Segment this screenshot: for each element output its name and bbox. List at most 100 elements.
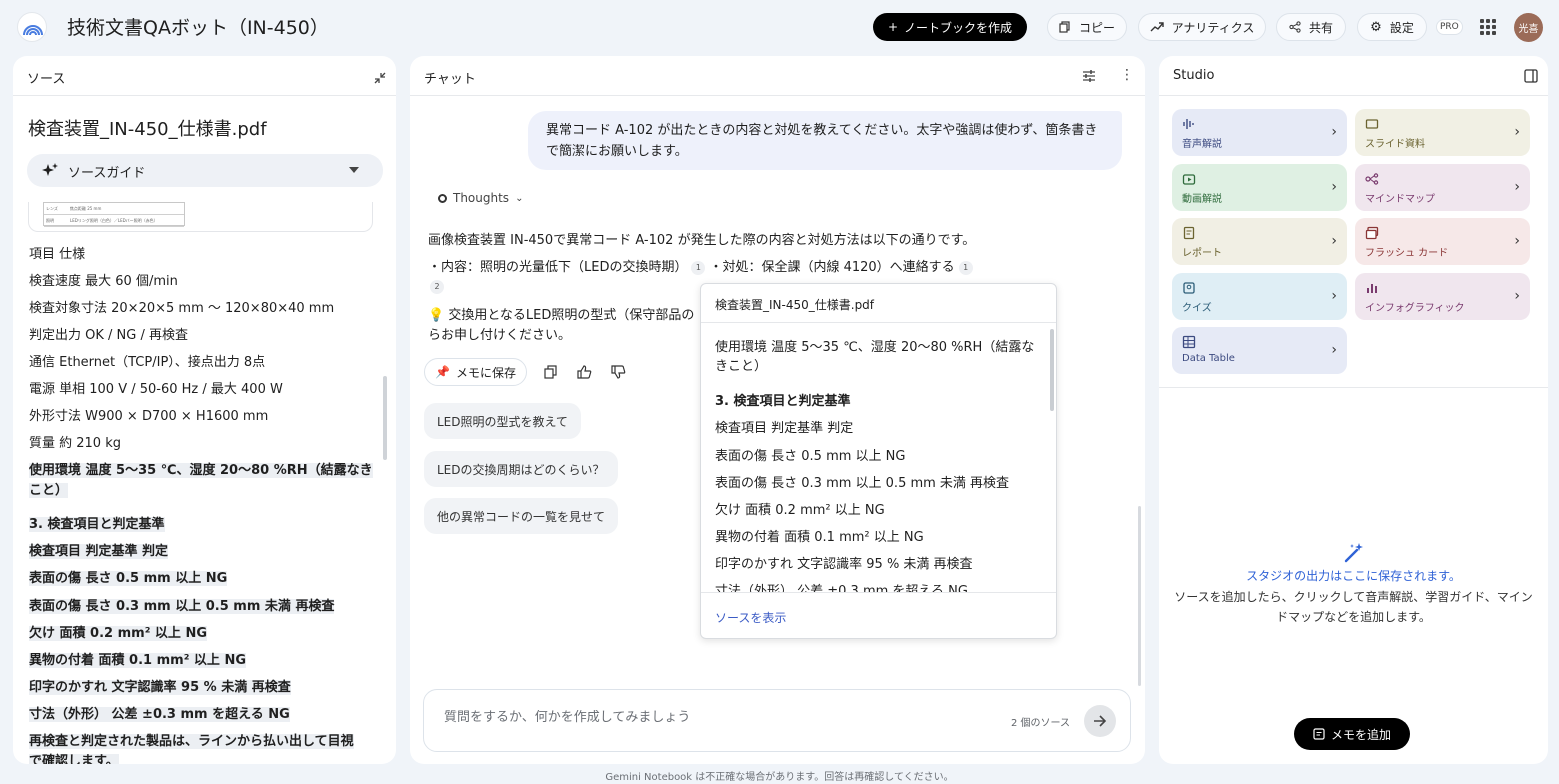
source-line: 通信 Ethernet（TCP/IP）、接点出力 8点 [29,355,266,370]
scrollbar[interactable] [1050,329,1054,411]
copy-button[interactable]: コピー [1047,13,1127,41]
studio-divider [1159,387,1548,388]
scrollbar[interactable] [383,376,387,460]
highlighted-line: 使用環境 温度 5〜35 ℃、湿度 20〜80 %RH（結露なき [29,462,373,480]
studio-tile-slides[interactable]: スライド資料 › [1355,109,1530,156]
app-logo-icon[interactable] [17,12,47,42]
chevron-right-icon: › [1514,124,1520,140]
chevron-right-icon: › [1514,233,1520,249]
thumbs-up-icon[interactable] [575,362,595,382]
answer-citation-row: 2 [430,279,444,294]
popup-line: 使用環境 温度 5〜35 ℃、湿度 20〜80 %RH（結露な [715,340,1035,355]
settings-button[interactable]: ⚙ 設定 [1357,13,1427,41]
collapse-icon[interactable] [374,69,386,88]
popup-line: 寸法（外形） 公差 ±0.3 mm を超える NG [715,584,968,592]
citation-badge[interactable]: 1 [958,260,973,275]
thumbnail-row: レンズ 焦点距離 25 mm [44,203,184,215]
add-memo-button[interactable]: メモを追加 [1294,718,1410,750]
popup-excerpt[interactable]: 使用環境 温度 5〜35 ℃、湿度 20〜80 %RH（結露な きこと） 3. … [701,326,1056,592]
studio-empty-description: ソースを追加したら、クリックして音声解説、学習ガイド、マインドマップなどを追加し… [1174,590,1533,624]
studio-tile-flashcard[interactable]: フラッシュ カード › [1355,218,1530,265]
studio-tile-label: インフォグラフィック [1365,302,1465,314]
answer-tip-line1: 💡 交換用となるLED照明の型式（保守部品の [428,308,695,323]
footer-disclaimer: Gemini Notebook は不正確な場合があります。回答は再確認してくださ… [605,772,954,783]
suggestion-chip[interactable]: 他の異常コードの一覧を見せて [424,498,619,534]
source-content[interactable]: 項目 仕様 検査速度 最大 60 個/min 検査対象寸法 20×20×5 mm… [13,236,396,764]
analytics-button[interactable]: アナリティクス [1138,13,1266,41]
arrow-right-icon [1094,715,1107,727]
source-count: 2 個のソース [1011,718,1071,729]
copy-icon [1059,21,1070,33]
notebook-title[interactable]: 技術文書QAボット（IN-450） [67,13,329,40]
thumbnail-row: 照明 LEDリング照明（白色）／LEDバー照明（赤色） [44,215,184,227]
citation-badge[interactable]: 2 [430,279,444,294]
popup-line: 異物の付着 面積 0.1 mm² 以上 NG [715,530,924,545]
video-icon [1182,171,1196,185]
copy-icon[interactable] [541,362,561,382]
chat-title: チャット [424,72,476,87]
suggestion-chip[interactable]: LEDの交換周期はどのくらい？ [424,451,618,487]
popup-line: 欠け 面積 0.2 mm² 以上 NG [715,503,885,518]
send-button[interactable] [1084,705,1116,737]
thumbnail-table: レンズ 焦点距離 25 mm 照明 LEDリング照明（白色）／LEDバー照明（赤… [43,202,185,227]
thoughts-label: Thoughts [453,191,510,205]
view-source-link[interactable]: ソースを表示 [715,609,786,626]
chevron-right-icon: › [1514,287,1520,304]
studio-tile-label: Data Table [1182,353,1235,364]
studio-tile-report[interactable]: レポート › [1172,218,1347,265]
report-icon [1182,225,1196,240]
studio-tile-label: レポート [1182,248,1222,259]
avatar[interactable]: 光喜 [1514,13,1543,42]
scrollbar[interactable] [1138,506,1141,686]
studio-tile-table[interactable]: Data Table › [1172,327,1347,374]
tune-icon[interactable] [1082,68,1096,87]
highlighted-line: 再検査と判定された製品は、ラインから払い出して目視 [29,733,354,751]
studio-tile-infographic[interactable]: インフォグラフィック › [1355,272,1530,320]
studio-tile-label: スライド資料 [1365,139,1425,150]
source-guide-dropdown[interactable]: ソースガイド [27,154,383,187]
studio-tile-audio[interactable]: 音声解説 › [1172,109,1347,156]
highlighted-text: こと） [29,483,69,498]
chat-input[interactable] [444,710,984,725]
mindmap-icon [1365,171,1379,185]
dropdown-arrow-icon [349,167,359,173]
answer-intro: 画像検査装置 IN-450で異常コード A-102 が発生した際の内容と対処方法… [428,233,976,248]
apps-grid-icon[interactable] [1480,19,1496,35]
more-vert-icon[interactable]: ⋮ [1120,68,1134,82]
highlighted-text: 再検査と判定された製品は、ラインから払い出して目視 [29,734,354,749]
highlighted-text: 欠け 面積 0.2 mm² 以上 NG [29,626,207,641]
chevron-right-icon: › [1331,287,1337,304]
highlighted-line: 検査項目 判定基準 判定 [29,543,169,561]
chevron-right-icon: › [1331,178,1337,195]
studio-tile-label: クイズ [1182,302,1212,314]
gear-icon: ⚙ [1370,19,1382,35]
slides-icon [1365,116,1379,130]
thumbs-down-icon[interactable] [609,362,629,382]
panel-toggle-icon[interactable] [1524,68,1538,87]
studio-tile-quiz[interactable]: クイズ › [1172,272,1347,320]
highlighted-line: こと） [29,482,69,500]
share-button[interactable]: 共有 [1276,13,1346,41]
create-notebook-button[interactable]: + ノートブックを作成 [873,13,1027,41]
add-memo-label: メモを追加 [1330,727,1391,742]
top-bar: 技術文書QAボット（IN-450） + ノートブックを作成 コピー アナリティク… [0,0,1559,54]
flashcard-icon [1365,225,1379,240]
chevron-right-icon: › [1331,124,1337,140]
highlighted-line: 欠け 面積 0.2 mm² 以上 NG [29,625,207,643]
highlighted-line: 3. 検査項目と判定基準 [29,516,165,534]
highlighted-text: 寸法（外形） 公差 ±0.3 mm を超える NG [29,707,290,722]
thoughts-icon [438,193,447,203]
chevron-right-icon: › [1514,178,1520,195]
pin-icon: 📌 [435,365,450,379]
save-to-memo-button[interactable]: 📌 メモに保存 [424,358,527,386]
studio-tile-mindmap[interactable]: マインドマップ › [1355,163,1530,211]
highlighted-text: 印字のかすれ 文字認識率 95 % 未満 再検査 [29,680,291,695]
infographic-icon [1365,280,1379,294]
popup-divider [701,592,1056,593]
studio-tile-video[interactable]: 動画解説 › [1172,163,1347,211]
thoughts-toggle[interactable]: Thoughts ⌄ [438,191,523,205]
citation-badge[interactable]: 1 [691,260,706,275]
citation-popup: 検査装置_IN-450_仕様書.pdf 使用環境 温度 5〜35 ℃、湿度 20… [700,283,1057,639]
suggestion-chip[interactable]: LED照明の型式を教えて [424,403,581,439]
studio-title: Studio [1173,68,1215,83]
